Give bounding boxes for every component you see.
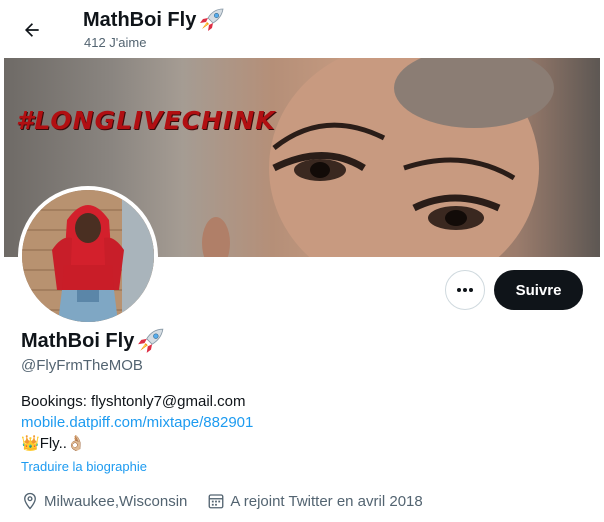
crown-emoji: 👑 [21, 435, 40, 452]
ok-hand-emoji: 👌🏼 [66, 435, 86, 452]
bio-fly-text: Fly.. [39, 435, 67, 452]
header-name-text: MathBoi Fly [83, 9, 197, 31]
profile-header: MathBoi Fly 412 J'aime [0, 0, 604, 58]
translate-bio-link[interactable]: Traduire la biographie [21, 459, 147, 474]
rocket-icon [200, 8, 224, 31]
location-item: Milwaukee,Wisconsin [21, 492, 187, 510]
header-display-name: MathBoi Fly [83, 8, 225, 32]
profile-meta: Milwaukee,Wisconsin A rejoint Twitter en… [21, 491, 443, 511]
profile-avatar[interactable] [18, 186, 158, 326]
profile-display-name: MathBoi Fly [21, 328, 165, 354]
bio-fly-line: 👑Fly..👌🏼 [21, 433, 581, 454]
avatar-image [22, 190, 154, 322]
profile-handle: @FlyFrmTheMOB [21, 357, 143, 374]
calendar-icon [208, 494, 224, 509]
joined-text: A rejoint Twitter en avril 2018 [230, 492, 423, 510]
more-dots-icon [457, 288, 473, 292]
rocket-icon [138, 328, 164, 353]
back-button[interactable] [14, 12, 50, 48]
profile-bio: Bookings: flyshtonly7@gmail.com mobile.d… [21, 391, 581, 454]
more-options-button[interactable] [445, 270, 485, 310]
location-text: Milwaukee,Wisconsin [44, 492, 188, 510]
likes-count: 412 J'aime [84, 35, 147, 50]
banner-overlay-text: #LONGLIVECHINK [16, 106, 276, 135]
bio-bookings-line: Bookings: flyshtonly7@gmail.com [21, 393, 246, 410]
profile-name-text: MathBoi Fly [21, 330, 135, 352]
bio-link[interactable]: mobile.datpiff.com/mixtape/882901 [21, 412, 581, 433]
follow-button[interactable]: Suivre [494, 270, 583, 310]
location-pin-icon [24, 492, 36, 510]
back-arrow-icon [25, 23, 39, 37]
joined-item: A rejoint Twitter en avril 2018 [207, 492, 423, 510]
